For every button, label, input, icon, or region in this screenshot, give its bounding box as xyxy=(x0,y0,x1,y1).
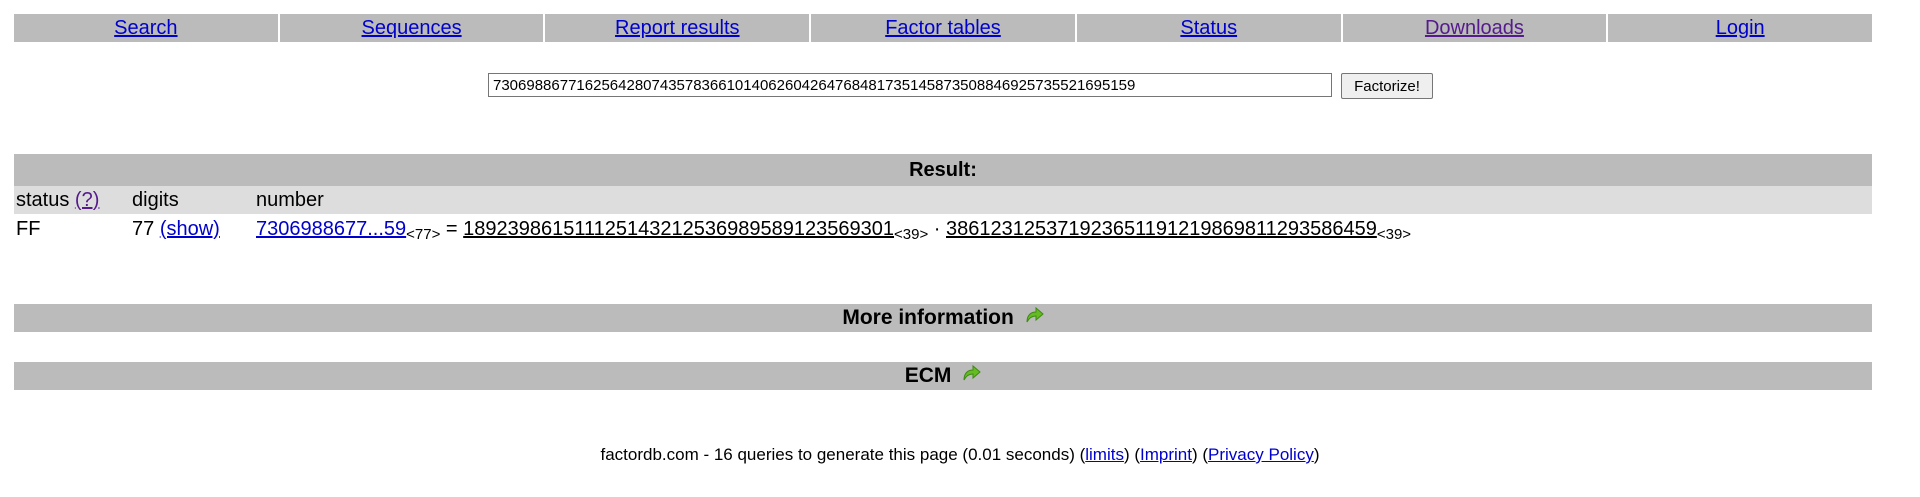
nav-link-status[interactable]: Status xyxy=(1180,17,1237,39)
nav-cell-search: Search xyxy=(14,14,278,42)
multiply-dot: · xyxy=(928,218,947,240)
row-number-cell: 7306988677...59<77> = 189239861511125143… xyxy=(254,214,1872,252)
footer: factordb.com - 16 queries to generate th… xyxy=(0,445,1920,465)
factor-2-link[interactable]: 386123125371923651191219869811293586459 xyxy=(946,218,1377,240)
number-input[interactable] xyxy=(488,73,1332,97)
column-status-label: status xyxy=(16,188,70,211)
footer-sep-1: ) ( xyxy=(1123,445,1141,464)
column-header-row: status (?) digits number xyxy=(14,186,1872,214)
nav-cell-status: Status xyxy=(1074,14,1341,42)
nav-cell-sequences: Sequences xyxy=(277,14,544,42)
more-information-label: More information xyxy=(842,306,1014,329)
imprint-link[interactable]: Imprint xyxy=(1140,445,1192,464)
column-status: status (?) xyxy=(14,186,130,214)
result-table: Result: status (?) digits number FF 77 (… xyxy=(14,154,1872,252)
nav-link-sequences[interactable]: Sequences xyxy=(362,17,462,39)
nav-link-login[interactable]: Login xyxy=(1716,17,1765,39)
expand-arrow-icon xyxy=(1026,306,1044,323)
equals-sign: = xyxy=(440,218,464,240)
row-digits-cell: 77 (show) xyxy=(130,214,254,252)
result-title: Result: xyxy=(14,154,1872,186)
nav-cell-factor-tables: Factor tables xyxy=(809,14,1075,42)
search-form: Factorize! xyxy=(0,73,1920,99)
row-digits: 77 xyxy=(132,218,155,240)
expand-arrow-icon xyxy=(963,364,982,381)
factor-1-digit-count: <39> xyxy=(894,226,929,243)
show-digits-link[interactable]: (show) xyxy=(160,218,220,240)
column-digits: digits xyxy=(132,188,179,211)
nav-link-report-results[interactable]: Report results xyxy=(615,17,740,39)
factor-2-digit-count: <39> xyxy=(1376,226,1412,243)
privacy-policy-link[interactable]: Privacy Policy xyxy=(1208,445,1314,464)
table-row: FF 77 (show) 7306988677...59<77> = 18923… xyxy=(14,214,1872,252)
nav-link-search[interactable]: Search xyxy=(114,17,177,39)
row-status: FF xyxy=(16,218,41,240)
more-information-bar[interactable]: More information xyxy=(14,304,1872,332)
factor-1-link[interactable]: 189239861511125143212536989589123569301 xyxy=(463,218,894,240)
number-link[interactable]: 7306988677...59 xyxy=(256,218,406,240)
nav-link-downloads[interactable]: Downloads xyxy=(1425,17,1524,39)
footer-text: factordb.com - 16 queries to generate th… xyxy=(600,445,1086,464)
ecm-label: ECM xyxy=(904,364,952,387)
footer-end: ) xyxy=(1313,445,1320,464)
nav-cell-login: Login xyxy=(1606,14,1873,42)
nav-link-factor-tables[interactable]: Factor tables xyxy=(885,17,1001,39)
nav-cell-report-results: Report results xyxy=(543,14,810,42)
limits-link[interactable]: limits xyxy=(1085,445,1124,464)
ecm-bar[interactable]: ECM xyxy=(14,362,1872,390)
number-digit-count: <77> xyxy=(406,226,441,243)
factorize-button[interactable]: Factorize! xyxy=(1341,73,1433,99)
column-number: number xyxy=(256,188,324,211)
status-help-link[interactable]: (?) xyxy=(75,189,99,211)
footer-sep-2: ) ( xyxy=(1191,445,1209,464)
nav-cell-downloads: Downloads xyxy=(1340,14,1607,42)
top-navigation: Search Sequences Report results Factor t… xyxy=(14,14,1873,42)
